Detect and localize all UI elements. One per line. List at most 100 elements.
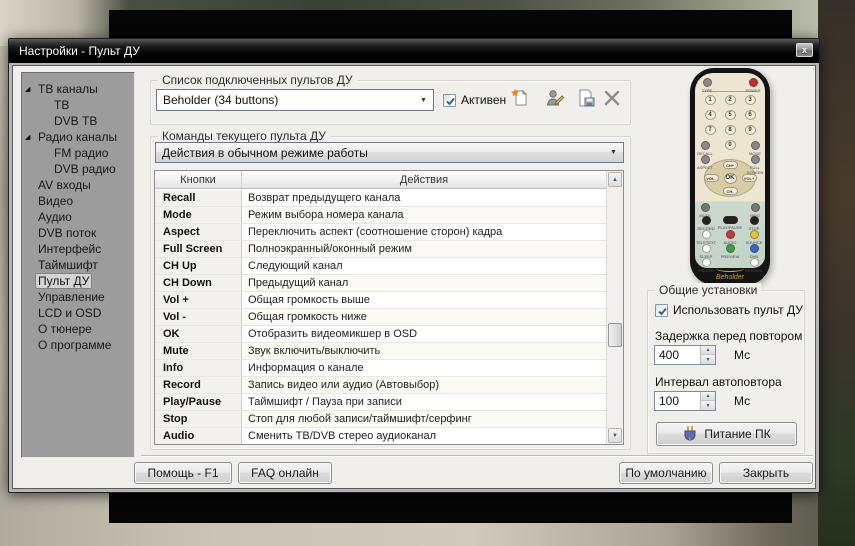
actions-column-header[interactable]: Действия: [242, 171, 607, 188]
table-row[interactable]: AudioСменить ТВ/DVB стерео аудиоканал: [155, 428, 606, 445]
spin-up-icon[interactable]: ▲: [701, 392, 715, 401]
action-cell: Сменить ТВ/DVB стерео аудиоканал: [242, 428, 606, 445]
table-row[interactable]: RecallВозврат предыдущего канала: [155, 190, 606, 207]
sidebar-item-label: О тюнере: [35, 322, 95, 336]
remote-digit-7-button: 7: [705, 125, 716, 135]
check-icon: [445, 96, 456, 107]
current-remote-commands-group: Команды текущего пульта ДУ Действия в об…: [150, 136, 631, 450]
remote-button-label: POWER: [740, 88, 766, 93]
table-row[interactable]: CH DownПредыдущий канал: [155, 275, 606, 292]
use-remote-checkbox[interactable]: Использовать пульт ДУ: [655, 303, 803, 317]
faq-online-button[interactable]: FAQ онлайн: [238, 462, 332, 484]
table-row[interactable]: StopСтоп для любой записи/таймшифт/серфи…: [155, 411, 606, 428]
help-button[interactable]: Помощь - F1: [134, 462, 232, 484]
button-cell: Recall: [155, 190, 242, 207]
sidebar-item[interactable]: DVB ТВ: [22, 113, 134, 129]
table-row[interactable]: AspectПереключить аспект (соотношение ст…: [155, 224, 606, 241]
remote-select-combo[interactable]: Beholder (34 buttons) ▼: [156, 89, 434, 111]
new-remote-icon[interactable]: [508, 86, 532, 110]
sidebar-item[interactable]: FM радио: [22, 145, 134, 161]
button-cell: Record: [155, 377, 242, 394]
tree-expander-icon[interactable]: ◢: [25, 130, 30, 146]
delete-remote-icon[interactable]: [600, 86, 624, 110]
buttons-column-header[interactable]: Кнопки: [155, 171, 242, 188]
sidebar-item[interactable]: Аудио: [22, 209, 134, 225]
sidebar-item[interactable]: Интерфейс: [22, 241, 134, 257]
action-cell: Стоп для любой записи/таймшифт/серфинг: [242, 411, 606, 428]
sidebar-item[interactable]: ◢ТВ каналы: [22, 81, 134, 97]
sidebar-item-label: Видео: [35, 194, 76, 208]
remote-source-button: [750, 230, 759, 239]
close-dialog-button[interactable]: Закрыть: [719, 462, 813, 484]
repeat-delay-input[interactable]: [659, 347, 697, 363]
repeat-delay-unit: Мс: [734, 348, 750, 362]
remote-control-image: Beholder TYPEPOWER1234567890RECALLMODEAS…: [690, 68, 770, 285]
remote-digit-6-button: 6: [745, 110, 756, 120]
table-row[interactable]: Vol +Общая громкость выше: [155, 292, 606, 309]
table-scrollbar[interactable]: ▲ ▼: [606, 171, 623, 444]
close-button[interactable]: x: [796, 43, 813, 57]
remote-stop-button: [750, 216, 759, 225]
spin-up-icon[interactable]: ▲: [701, 346, 715, 355]
repeat-delay-spinner[interactable]: ▲ ▼: [654, 345, 716, 365]
sidebar-item[interactable]: ТВ: [22, 97, 134, 113]
table-row[interactable]: InfoИнформация о канале: [155, 360, 606, 377]
sidebar-item[interactable]: О программе: [22, 337, 134, 353]
active-checkbox[interactable]: Активен: [443, 93, 506, 107]
sidebar-item[interactable]: LCD и OSD: [22, 305, 134, 321]
sidebar-item[interactable]: AV входы: [22, 177, 134, 193]
table-row[interactable]: CH UpСледующий канал: [155, 258, 606, 275]
save-remote-icon[interactable]: [574, 86, 598, 110]
sidebar-item[interactable]: ◢Радио каналы: [22, 129, 134, 145]
sidebar-item[interactable]: DVB радио: [22, 161, 134, 177]
command-mode-combo[interactable]: Действия в обычном режиме работы ▼: [155, 142, 624, 163]
button-cell: Mode: [155, 207, 242, 224]
scrollbar-thumb[interactable]: [608, 323, 622, 347]
action-cell: Переключить аспект (соотношение сторон) …: [242, 224, 606, 241]
sidebar-item[interactable]: О тюнере: [22, 321, 134, 337]
table-row[interactable]: RecordЗапись видео или аудио (Автовыбор): [155, 377, 606, 394]
table-row[interactable]: Vol -Общая громкость ниже: [155, 309, 606, 326]
sidebar-item[interactable]: Пульт ДУ: [22, 273, 134, 289]
spin-buttons: ▲ ▼: [700, 346, 715, 364]
remote-full-screen-button: [751, 155, 760, 164]
button-cell: Info: [155, 360, 242, 377]
sidebar-item-label: О программе: [35, 338, 114, 352]
sidebar-item[interactable]: Видео: [22, 193, 134, 209]
faq-button-label: FAQ онлайн: [251, 466, 319, 480]
sidebar-item[interactable]: DVB поток: [22, 225, 134, 241]
action-cell: Информация о канале: [242, 360, 606, 377]
table-row[interactable]: Full ScreenПолноэкранный/оконный режим: [155, 241, 606, 258]
pc-power-label: Питание ПК: [704, 427, 770, 441]
scroll-up-icon[interactable]: ▲: [608, 172, 622, 187]
defaults-button[interactable]: По умолчанию: [619, 462, 713, 484]
title-bar[interactable]: Настройки - Пульт ДУ x: [9, 39, 819, 63]
repeat-interval-input[interactable]: [659, 393, 697, 409]
pc-power-button[interactable]: Питание ПК: [656, 422, 797, 446]
spin-down-icon[interactable]: ▼: [701, 355, 715, 364]
remote-vol-up-button: VOL+: [742, 174, 757, 182]
spin-down-icon[interactable]: ▼: [701, 401, 715, 410]
sidebar-item-label: Пульт ДУ: [35, 273, 92, 289]
table-row[interactable]: OKОтобразить видеомикшер в OSD: [155, 326, 606, 343]
settings-dialog: Настройки - Пульт ДУ x ◢ТВ каналыТВDVB Т…: [8, 38, 820, 493]
sidebar-item[interactable]: Таймшифт: [22, 257, 134, 273]
scroll-down-icon[interactable]: ▼: [608, 428, 622, 443]
remote-info-button: [751, 203, 760, 212]
sidebar-item[interactable]: Управление: [22, 289, 134, 305]
train-remote-icon[interactable]: [543, 86, 567, 110]
table-row[interactable]: Play/PauseТаймшифт / Пауза при записи: [155, 394, 606, 411]
remote-teletext-button: [702, 230, 711, 239]
table-row[interactable]: MuteЗвук включить/выключить: [155, 343, 606, 360]
table-row[interactable]: ModeРежим выбора номера канала: [155, 207, 606, 224]
sidebar-item-label: FM радио: [51, 146, 111, 160]
table-header: Кнопки Действия: [155, 171, 623, 189]
button-cell: Audio: [155, 428, 242, 445]
tree-expander-icon[interactable]: ◢: [25, 82, 30, 98]
remote-recall-button: [701, 141, 710, 150]
repeat-interval-spinner[interactable]: ▲ ▼: [654, 391, 716, 411]
button-cell: CH Down: [155, 275, 242, 292]
use-remote-label: Использовать пульт ДУ: [673, 303, 803, 317]
sidebar-item-label: Аудио: [35, 210, 75, 224]
remote-freeze-button: [702, 258, 711, 267]
